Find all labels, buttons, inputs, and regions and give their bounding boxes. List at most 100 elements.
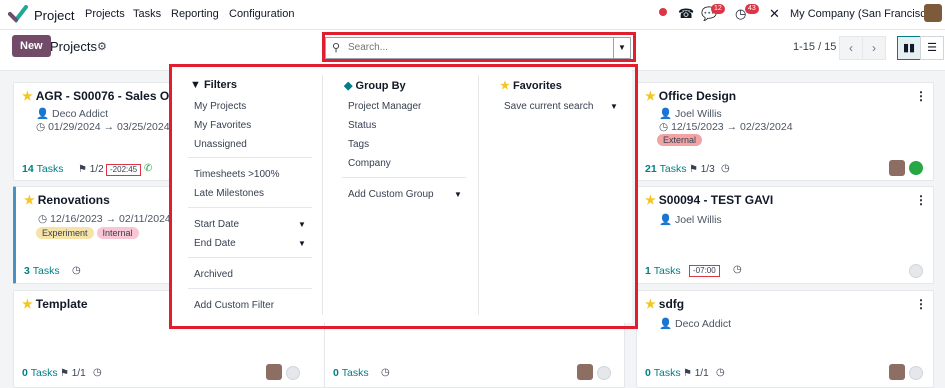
top-navbar: Project Projects Tasks Reporting Configu… (0, 0, 945, 30)
pager-previous-button[interactable]: ‹ (839, 36, 863, 60)
status-dot[interactable] (909, 161, 923, 175)
status-dot[interactable] (909, 366, 923, 380)
menu-tasks[interactable]: Tasks (133, 8, 161, 20)
menu-projects[interactable]: Projects (85, 8, 125, 20)
project-card-office-design[interactable]: ★ Office Design ⋮ 👤 Joel Willis ◷ 12/15/2… (636, 82, 934, 181)
timesheet-badge: -07:00 (689, 265, 720, 277)
caret-down-icon[interactable]: ▼ (298, 239, 306, 248)
clock-icon[interactable]: ◷ (721, 163, 730, 174)
favorites-header: ★ Favorites (500, 80, 562, 92)
record-status-icon[interactable] (659, 8, 667, 16)
company-switcher[interactable]: My Company (San Francisco) (790, 8, 936, 20)
person-icon: 👤 (659, 214, 673, 226)
favorite-star-icon[interactable]: ★ (24, 193, 35, 207)
manager-avatar[interactable] (577, 364, 593, 380)
card-menu-icon[interactable]: ⋮ (915, 193, 927, 207)
search-options-toggle-icon[interactable]: ▼ (613, 38, 630, 58)
clock-icon: ◷ (36, 121, 46, 133)
search-bar[interactable]: ⚲ ▼ (325, 37, 631, 59)
manager-avatar[interactable] (889, 160, 905, 176)
project-card-sdfg[interactable]: ★ sdfg ⋮ 👤 Deco Addict 0 Tasks ⚑ 1/1 ◷ (636, 290, 934, 388)
clock-icon[interactable]: ◷ (93, 367, 102, 378)
search-icon: ⚲ (332, 42, 341, 54)
tasks-link[interactable]: 21 Tasks (645, 163, 686, 175)
status-dot[interactable] (286, 366, 300, 380)
filter-unassigned[interactable]: Unassigned (194, 139, 247, 150)
pager-value[interactable]: 1-15 / 15 (793, 41, 836, 53)
groupby-project-manager[interactable]: Project Manager (348, 101, 421, 112)
tag-internal: Internal (96, 227, 139, 239)
card-partner: 👤 Joel Willis (659, 108, 722, 120)
phone-icon[interactable]: ✆ (144, 163, 152, 174)
caret-down-icon[interactable]: ▼ (454, 190, 462, 199)
tasks-link[interactable]: 0 Tasks (645, 367, 681, 379)
card-title: ★ AGR - S00076 - Sales Orde (22, 89, 188, 103)
tasks-link[interactable]: 1 Tasks (645, 265, 681, 277)
tasks-link[interactable]: 0 Tasks (22, 367, 58, 379)
milestones: ⚑ 1/1 (683, 368, 709, 379)
project-card-renovations[interactable]: ★ Renovations ◷ 12/16/2023 → 02/11/2024 E… (13, 186, 172, 284)
groupby-status[interactable]: Status (348, 120, 376, 131)
favorite-star-icon[interactable]: ★ (22, 297, 33, 311)
card-menu-icon[interactable]: ⋮ (915, 297, 927, 311)
save-current-search[interactable]: Save current search (504, 101, 594, 112)
manager-avatar[interactable] (889, 364, 905, 380)
card-title: ★ Renovations (24, 193, 110, 207)
menu-reporting[interactable]: Reporting (171, 8, 219, 20)
caret-down-icon[interactable]: ▼ (298, 220, 306, 229)
groupby-header: ◆ Group By (344, 80, 406, 92)
filter-end-date[interactable]: End Date (194, 238, 236, 249)
control-panel: New Projects ⚙ ⚲ ▼ 1-15 / 15 ‹ › ▮▮ ☰ (0, 30, 945, 71)
filter-archived[interactable]: Archived (194, 269, 233, 280)
project-card-agr[interactable]: ★ AGR - S00076 - Sales Orde 👤 Deco Addict… (13, 82, 188, 181)
search-input[interactable] (348, 40, 608, 54)
card-menu-icon[interactable]: ⋮ (915, 89, 927, 103)
tasks-link[interactable]: 0 Tasks (333, 367, 369, 379)
manager-avatar[interactable] (266, 364, 282, 380)
card-dates: ◷ 12/15/2023 → 02/23/2024 (659, 121, 793, 133)
filter-timesheets[interactable]: Timesheets >100% (194, 169, 280, 180)
app-name[interactable]: Project (34, 8, 74, 23)
project-logo-icon[interactable] (8, 5, 28, 23)
add-custom-group[interactable]: Add Custom Group (348, 189, 434, 200)
card-dates: ◷ 12/16/2023 → 02/11/2024 (38, 213, 171, 225)
milestones: ⚑ 1/3 (689, 164, 715, 175)
card-title: ★ S00094 - TEST GAVI (645, 193, 774, 207)
list-view-button[interactable]: ☰ (920, 36, 944, 60)
gear-icon[interactable]: ⚙ (97, 40, 107, 53)
favorite-star-icon[interactable]: ★ (645, 193, 656, 207)
filter-funnel-icon: ▼ (190, 79, 201, 91)
clock-icon[interactable]: ◷ (716, 367, 725, 378)
card-tags: Experiment Internal (36, 227, 142, 239)
filter-my-projects[interactable]: My Projects (194, 101, 246, 112)
tasks-link[interactable]: 14 Tasks (22, 163, 63, 175)
favorite-star-icon[interactable]: ★ (645, 89, 656, 103)
kanban-view-button[interactable]: ▮▮ (897, 36, 921, 60)
project-card-s00094[interactable]: ★ S00094 - TEST GAVI ⋮ 👤 Joel Willis 1 Ta… (636, 186, 934, 284)
clock-icon[interactable]: ◷ (72, 265, 81, 276)
breadcrumb-title: Projects (50, 39, 97, 54)
phone-icon[interactable]: ☎ (678, 6, 694, 22)
filter-start-date[interactable]: Start Date (194, 219, 239, 230)
favorite-star-icon[interactable]: ★ (22, 89, 33, 103)
menu-configuration[interactable]: Configuration (229, 8, 294, 20)
caret-down-icon[interactable]: ▼ (610, 102, 618, 111)
groupby-column: ◆ Group By Project Manager Status Tags C… (326, 67, 476, 323)
pager-next-button[interactable]: › (862, 36, 886, 60)
tasks-link[interactable]: 3 Tasks (24, 265, 60, 277)
new-button[interactable]: New (12, 35, 51, 57)
card-tags: External (657, 134, 705, 146)
status-dot[interactable] (597, 366, 611, 380)
groupby-company[interactable]: Company (348, 158, 391, 169)
status-dot[interactable] (909, 264, 923, 278)
filter-my-favorites[interactable]: My Favorites (194, 120, 251, 131)
clock-icon[interactable]: ◷ (733, 264, 742, 275)
favorite-star-icon[interactable]: ★ (645, 297, 656, 311)
user-avatar[interactable] (924, 4, 942, 22)
tag-experiment: Experiment (36, 227, 94, 239)
filter-late-milestones[interactable]: Late Milestones (194, 188, 264, 199)
tools-icon[interactable]: ✕ (769, 6, 780, 22)
clock-icon[interactable]: ◷ (381, 367, 390, 378)
add-custom-filter[interactable]: Add Custom Filter (194, 300, 274, 311)
groupby-tags[interactable]: Tags (348, 139, 369, 150)
